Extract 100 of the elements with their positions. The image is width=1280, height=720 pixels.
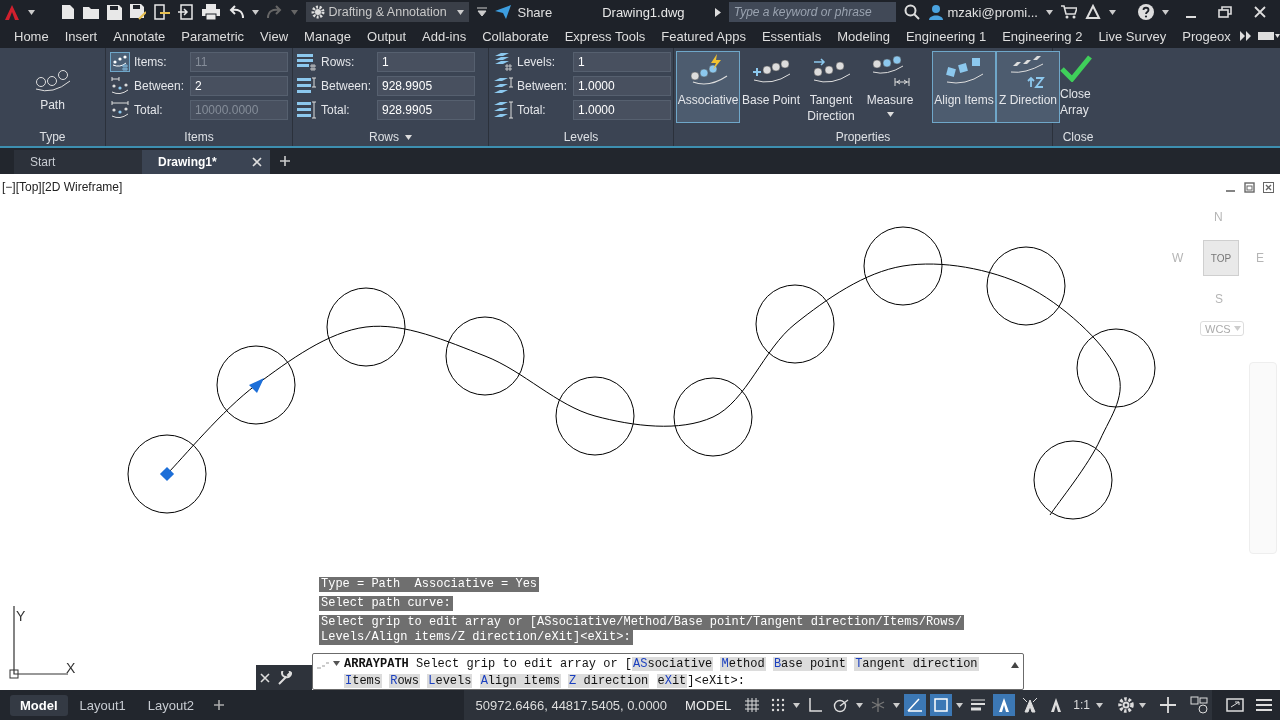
toolbar-button[interactable]: Align Items	[932, 51, 996, 123]
floppy-pen-icon[interactable]	[129, 4, 146, 20]
panel-toggle-icon[interactable]	[1258, 31, 1280, 41]
help-icon[interactable]	[1137, 4, 1154, 20]
user-button[interactable]: mzaki@promi...	[928, 4, 1038, 20]
plus-icon[interactable]	[1160, 697, 1176, 713]
caret-icon[interactable]	[457, 9, 465, 15]
triangle-nodes-icon[interactable]	[1085, 4, 1101, 20]
command-option[interactable]: ASsociative	[632, 657, 714, 671]
expand-icon[interactable]	[714, 7, 721, 17]
letter-a-icon[interactable]	[993, 694, 1016, 716]
command-option[interactable]: eXit	[656, 674, 688, 688]
toolbar-button[interactable]: Z Direction	[996, 51, 1060, 123]
command-option[interactable]: Base point	[772, 657, 847, 671]
gear-icon[interactable]	[1117, 696, 1135, 714]
layout-tab[interactable]: Layout1	[69, 694, 136, 716]
wrench-icon[interactable]	[278, 670, 292, 685]
search-icon[interactable]	[904, 4, 921, 20]
view-cube[interactable]: TOP	[1203, 240, 1239, 276]
input-field[interactable]: 1	[377, 52, 475, 72]
command-option[interactable]: Items	[344, 674, 382, 688]
toolbar-button[interactable]: Tangent Direction	[802, 51, 860, 123]
annotation-scale-button[interactable]: 1:1	[1071, 698, 1092, 712]
input-field[interactable]: 928.9905	[377, 100, 475, 120]
toolbar-button[interactable]: Measure	[860, 51, 920, 123]
ribbon-tab[interactable]: Home	[6, 25, 57, 47]
caret-icon[interactable]	[1109, 9, 1116, 15]
input-field[interactable]: 1.0000	[573, 100, 671, 120]
ribbon-tab[interactable]: View	[252, 25, 297, 47]
caret-icon[interactable]	[886, 112, 894, 117]
caret-icon[interactable]	[28, 9, 35, 15]
ribbon-tab[interactable]: Essentials	[753, 25, 830, 47]
command-option[interactable]: Tangent direction	[854, 657, 979, 671]
square-icon[interactable]	[930, 694, 953, 716]
ribbon-tab[interactable]: Insert	[56, 25, 106, 47]
angle-icon[interactable]	[904, 694, 927, 716]
cart-icon[interactable]	[1061, 5, 1077, 19]
document-tab[interactable]: Drawing1*	[142, 150, 270, 174]
more-tabs-icon[interactable]	[1240, 31, 1253, 41]
ribbon-tab[interactable]: Live Survey	[1090, 25, 1175, 47]
layout-tab[interactable]: Layout2	[137, 694, 205, 716]
input-field[interactable]: 1.0000	[573, 76, 671, 96]
caret-icon[interactable]	[856, 702, 864, 708]
caret-icon[interactable]	[1096, 702, 1103, 708]
ribbon-tab[interactable]: Featured Apps	[653, 25, 754, 47]
toolbar-button[interactable]: Associative	[676, 51, 740, 123]
input-field[interactable]: 2	[190, 76, 288, 96]
restore-icon[interactable]	[1244, 182, 1255, 193]
caret-icon[interactable]	[1139, 702, 1146, 708]
caret-icon[interactable]	[1161, 9, 1169, 15]
ribbon-tab[interactable]: Parametric	[173, 25, 253, 47]
share-button[interactable]: Share	[495, 4, 553, 20]
caret-icon[interactable]	[956, 702, 964, 708]
caret-icon[interactable]	[251, 9, 259, 15]
command-option[interactable]: Method	[720, 657, 766, 671]
dropdown-icon[interactable]	[477, 7, 488, 17]
caret-icon[interactable]	[793, 702, 801, 708]
ribbon-tab[interactable]: Annotate	[105, 25, 174, 47]
toolbar-button[interactable]: Base Point	[740, 51, 802, 123]
menu-icon[interactable]	[1256, 698, 1272, 712]
command-option[interactable]: Z direction	[568, 674, 650, 688]
ribbon-tab[interactable]: Express Tools	[556, 25, 654, 47]
input-field[interactable]: 1	[573, 52, 671, 72]
document-icon[interactable]	[60, 4, 75, 20]
model-space-button[interactable]: MODEL	[679, 697, 738, 713]
caret-icon[interactable]	[893, 702, 901, 708]
ribbon-tab[interactable]: Output	[359, 25, 415, 47]
caret-icon[interactable]	[405, 134, 412, 140]
printer-icon[interactable]	[201, 4, 220, 20]
command-option[interactable]: Align items	[479, 674, 561, 688]
path-button[interactable]: Path	[31, 64, 74, 128]
ribbon-tab[interactable]: Manage	[296, 25, 360, 47]
folder-icon[interactable]	[82, 5, 99, 19]
document-tab[interactable]: Start	[14, 150, 142, 174]
caret-icon[interactable]	[1046, 9, 1053, 15]
ribbon-tab[interactable]: Collaborate	[474, 25, 557, 47]
scroll-up-icon[interactable]	[1011, 662, 1019, 668]
ribbon-tab[interactable]: Progeox	[1174, 25, 1239, 47]
input-field[interactable]: 928.9905	[377, 76, 475, 96]
undo-icon[interactable]	[227, 5, 244, 19]
search-field[interactable]: Type a keyword or phrase	[728, 2, 897, 22]
ribbon-tab[interactable]: Engineering 1	[897, 25, 995, 47]
ribbon-tab[interactable]: Add-ins	[414, 25, 475, 47]
add-layout-icon[interactable]	[214, 700, 225, 710]
arrow-grip[interactable]	[249, 378, 264, 393]
viewport-label[interactable]: [−][Top][2D Wireframe]	[2, 180, 123, 194]
restore-icon[interactable]	[1218, 6, 1233, 18]
ribbon-tab[interactable]: Engineering 2	[994, 25, 1091, 47]
coordinates-readout[interactable]: 50972.6466, 44817.5405, 0.0000	[467, 697, 676, 713]
add-tab-icon[interactable]	[280, 156, 290, 166]
command-option[interactable]: Rows	[389, 674, 421, 688]
fullscreen-icon[interactable]	[1226, 698, 1244, 712]
shapes-icon[interactable]	[1190, 696, 1208, 714]
redo-icon[interactable]	[266, 5, 283, 19]
command-option[interactable]: Levels	[427, 674, 473, 688]
caret-icon[interactable]	[333, 661, 340, 666]
document-export-icon[interactable]	[153, 4, 170, 20]
ribbon-tab[interactable]: Modeling	[829, 25, 898, 47]
layout-tab[interactable]: Model	[10, 694, 68, 716]
close-icon[interactable]	[1263, 182, 1274, 193]
